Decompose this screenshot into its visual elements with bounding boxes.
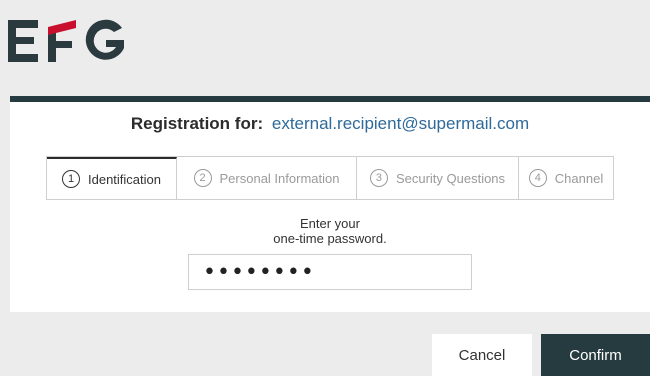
otp-prompt-line2: one-time password. bbox=[273, 231, 387, 246]
step-number: 2 bbox=[193, 169, 212, 187]
tab-identification[interactable]: 1 Identification bbox=[47, 157, 177, 199]
registration-line: Registration for: external.recipient@sup… bbox=[10, 114, 650, 134]
step-label: Channel bbox=[554, 170, 604, 186]
header bbox=[0, 0, 650, 96]
step-label: Identification bbox=[88, 171, 161, 187]
efg-logo bbox=[8, 19, 124, 62]
tab-personal-information[interactable]: 2 Personal Information bbox=[177, 157, 357, 199]
step-number: 1 bbox=[62, 170, 80, 188]
cancel-button[interactable]: Cancel bbox=[432, 334, 532, 376]
confirm-button[interactable]: Confirm bbox=[541, 334, 650, 376]
tab-security-questions[interactable]: 3 Security Questions bbox=[357, 157, 519, 199]
otp-prompt: Enter your one-time password. bbox=[10, 216, 650, 246]
otp-prompt-line1: Enter your bbox=[300, 216, 360, 231]
step-label: Security Questions bbox=[395, 170, 506, 186]
tab-channel[interactable]: 4 Channel bbox=[519, 157, 613, 199]
registration-label: Registration for: bbox=[130, 114, 264, 133]
step-number: 3 bbox=[369, 169, 388, 187]
steps-nav: 1 Identification 2 Personal Information … bbox=[46, 156, 614, 200]
registration-email: external.recipient@supermail.com bbox=[271, 114, 530, 133]
step-number: 4 bbox=[528, 169, 547, 187]
step-label: Personal Information bbox=[219, 170, 340, 186]
registration-panel: Registration for: external.recipient@sup… bbox=[10, 96, 650, 312]
otp-password-field[interactable] bbox=[188, 254, 472, 290]
